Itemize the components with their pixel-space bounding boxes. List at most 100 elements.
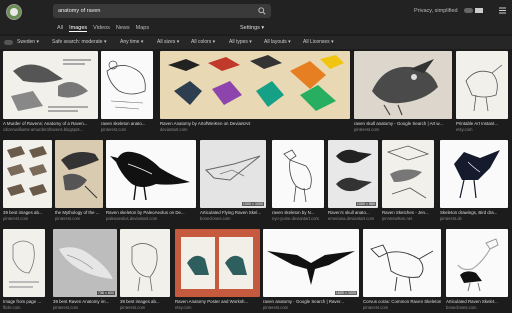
result-caption[interactable]: Articulated Flying Raven Skel... [200, 210, 266, 215]
image-result[interactable]: Printable Art Instant... etsy.com [456, 51, 508, 133]
duckduckgo-logo[interactable] [6, 4, 22, 20]
image-result[interactable]: Raven Anatomy Poster and Worksh... etsy.… [175, 229, 260, 311]
tab-all[interactable]: All [57, 25, 63, 32]
result-source: paleoaeolus.deviantart.com [106, 216, 158, 221]
result-caption[interactable]: Raven Anatomy by ArtofWeiKen on DeviantA… [160, 121, 350, 126]
tab-images[interactable]: Images [69, 25, 88, 32]
result-thumbnail[interactable] [3, 51, 98, 119]
image-result[interactable]: raven skeleton by N... nyo-yume.devianta… [272, 140, 324, 222]
image-result[interactable]: 1000 × 969 Raven's skull anato... emeria… [328, 140, 378, 222]
result-caption[interactable]: Articulated Raven Skelet... [446, 299, 508, 304]
flying-raven-sculpture-image [59, 247, 113, 279]
result-caption[interactable]: raven anatomy - Google Search | Raver... [263, 299, 359, 304]
result-source: nyo-yume.deviantart.com [272, 216, 320, 221]
result-caption[interactable]: the Mythology of the ... [55, 210, 103, 215]
result-caption[interactable]: Skeleton drawings, Bird dra... [440, 210, 508, 215]
result-caption[interactable]: Raven Sketches - Jen... [382, 210, 434, 215]
result-thumbnail[interactable] [3, 229, 45, 297]
result-caption[interactable]: raven skeleton by N... [272, 210, 324, 215]
image-result[interactable]: Image from page ... flickr.com [3, 229, 45, 311]
image-result[interactable]: Articulated Raven Skelet... boneclones.c… [446, 229, 508, 311]
result-thumbnail[interactable] [272, 140, 324, 208]
image-result[interactable]: A Murder of Ravens: Anatomy of a Raven..… [3, 51, 98, 133]
result-caption[interactable]: Image from page ... [3, 299, 45, 304]
image-result[interactable]: Raven Anatomy by ArtofWeiKen on DeviantA… [160, 51, 350, 133]
tab-news[interactable]: News [116, 25, 130, 32]
result-caption[interactable]: Raven's skull anato... [328, 210, 378, 215]
result-thumbnail[interactable] [120, 229, 170, 297]
result-thumbnail[interactable]: 1600 × 1000 [263, 229, 359, 297]
filter-license[interactable]: All Licenses ▾ [303, 39, 334, 45]
result-thumbnail[interactable] [363, 229, 441, 297]
image-dimensions: 1000 × 1000 [241, 202, 264, 206]
hamburger-menu-icon[interactable] [499, 7, 506, 14]
result-thumbnail[interactable] [55, 140, 103, 208]
result-source: pinterest.com [55, 216, 81, 221]
result-thumbnail[interactable] [101, 51, 153, 119]
result-caption[interactable]: Raven skeleton by PaleoAeolus on De... [106, 210, 196, 215]
tab-videos[interactable]: Videos [93, 25, 110, 32]
image-result[interactable]: the Mythology of the ... pinterest.com [55, 140, 103, 222]
raven-mythology-image [61, 152, 99, 199]
search-icon[interactable] [258, 7, 266, 15]
image-result[interactable]: 1000 × 1000 Articulated Flying Raven Ske… [200, 140, 266, 222]
result-thumbnail[interactable] [440, 140, 508, 208]
search-bar[interactable]: anatomy of raven [53, 4, 271, 18]
image-result[interactable]: 736 × 600 39 best Raven Anatomy im... pi… [53, 229, 117, 311]
image-result[interactable]: Skeleton drawings, Bird dra... pinterest… [440, 140, 508, 222]
result-source: pinterest.de [440, 216, 462, 221]
result-thumbnail[interactable]: 1000 × 969 [328, 140, 378, 208]
result-thumbnail[interactable] [160, 51, 350, 119]
image-result[interactable]: 39 best images ab... pinterest.com [120, 229, 170, 311]
result-thumbnail[interactable] [382, 140, 434, 208]
filter-region[interactable]: Sweden ▾ [17, 39, 39, 45]
result-thumbnail[interactable]: 1000 × 1000 [200, 140, 266, 208]
image-result[interactable]: raven skull anatomy - Google Search | Ar… [354, 51, 452, 133]
result-source: deviantart.com [160, 127, 188, 132]
image-dimensions: 736 × 600 [96, 291, 115, 295]
region-toggle[interactable] [4, 40, 13, 45]
result-thumbnail[interactable] [106, 140, 196, 208]
result-thumbnail[interactable] [175, 229, 260, 297]
theme-toggle[interactable] [464, 8, 473, 13]
result-thumbnail[interactable] [456, 51, 508, 119]
filter-layout[interactable]: All layouts ▾ [264, 39, 291, 45]
filter-safe-search[interactable]: Safe search: moderate ▾ [52, 39, 106, 45]
result-caption[interactable]: Raven Anatomy Poster and Worksh... [175, 299, 260, 304]
filter-type[interactable]: All types ▾ [229, 39, 252, 45]
result-caption[interactable]: A Murder of Ravens: Anatomy of a Raven..… [3, 121, 98, 126]
filter-color[interactable]: All colors ▾ [191, 39, 215, 45]
filter-size[interactable]: All sizes ▾ [157, 39, 179, 45]
raven-skull-drawing-image [372, 59, 438, 116]
result-thumbnail[interactable] [3, 140, 52, 208]
result-thumbnail[interactable]: 736 × 600 [53, 229, 117, 297]
raven-sketches-image [386, 145, 430, 199]
result-caption[interactable]: Corvus corax: Common Raven Skeleton... [363, 299, 441, 304]
image-result[interactable]: Corvus corax: Common Raven Skeleton... p… [363, 229, 441, 311]
image-result[interactable]: 39 best images ab... pinterest.com [3, 140, 52, 222]
result-thumbnail[interactable] [354, 51, 452, 119]
result-caption[interactable]: Printable Art Instant... [456, 121, 508, 126]
result-caption[interactable]: 39 best images ab... [120, 299, 170, 304]
image-result[interactable]: Raven skeleton by PaleoAeolus on De... p… [106, 140, 196, 222]
tab-maps[interactable]: Maps [136, 25, 149, 32]
image-result[interactable]: Raven Sketches - Jen... jennnewlson.net [382, 140, 434, 222]
privacy-link[interactable]: Privacy, simplified [414, 8, 458, 14]
result-caption[interactable]: 39 best Raven Anatomy im... [53, 299, 117, 304]
result-caption[interactable]: raven skeleton anato... [101, 121, 153, 126]
result-source: pinterest.com [354, 127, 380, 132]
raven-skull-heads-image [336, 149, 372, 192]
flag-icon[interactable] [475, 8, 483, 13]
result-caption[interactable]: 39 best images ab... [3, 210, 52, 215]
result-thumbnail[interactable] [446, 229, 508, 297]
common-raven-skeleton-image [370, 244, 434, 292]
search-input[interactable]: anatomy of raven [58, 6, 101, 16]
result-caption[interactable]: raven skull anatomy - Google Search | Ar… [354, 121, 452, 126]
image-result[interactable]: raven skeleton anato... pinterest.com [101, 51, 153, 133]
raven-heads-sketch-image [7, 146, 47, 196]
articulated-raven-skeleton-image [457, 238, 499, 292]
image-result[interactable]: 1600 × 1000 raven anatomy - Google Searc… [263, 229, 359, 311]
book-page-raven-image [9, 240, 39, 288]
settings-dropdown[interactable]: Settings ▾ [240, 25, 264, 31]
filter-time[interactable]: Any time ▾ [120, 39, 143, 45]
